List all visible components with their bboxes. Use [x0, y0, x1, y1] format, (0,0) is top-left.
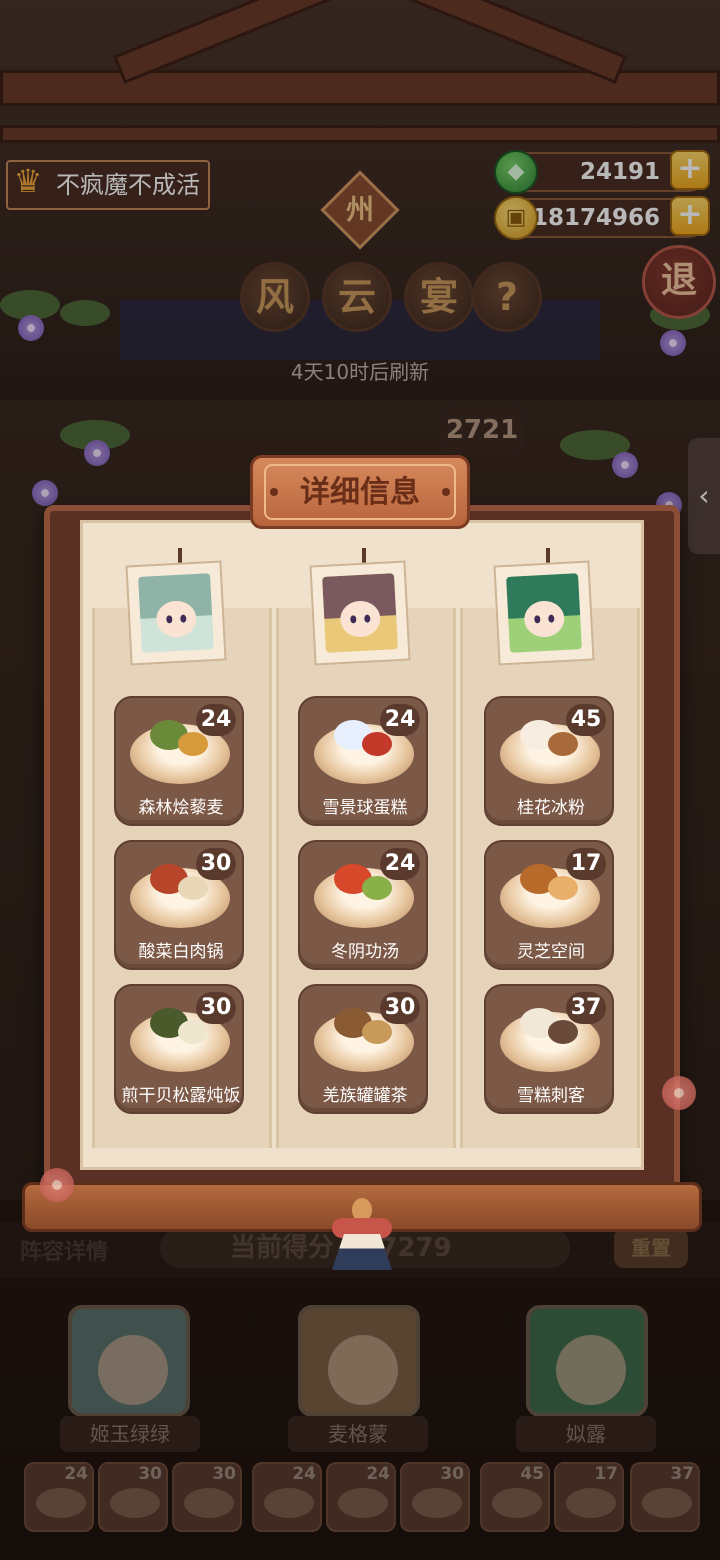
dish-card[interactable]: 17 灵芝空间	[484, 840, 614, 970]
dish-count-badge: 24	[380, 848, 420, 880]
dish-name: 酸菜白肉锅	[138, 942, 224, 962]
dish-name: 羌族罐罐茶	[322, 1086, 408, 1106]
dish-count-badge: 30	[196, 848, 236, 880]
banner-dot	[270, 488, 278, 496]
character-portrait-card[interactable]	[125, 560, 227, 666]
portrait-face	[155, 599, 198, 639]
dish-card[interactable]: 30 煎干贝松露炖饭	[114, 984, 244, 1114]
dish-card[interactable]: 24 雪景球蛋糕	[298, 696, 428, 826]
dish-card[interactable]: 45 桂花冰粉	[484, 696, 614, 826]
dish-count-badge: 24	[380, 704, 420, 736]
pink-flower-decoration	[40, 1168, 74, 1202]
dish-food	[178, 732, 208, 756]
dish-card[interactable]: 24 冬阴功汤	[298, 840, 428, 970]
dish-name: 雪糕刺客	[517, 1086, 585, 1106]
character-portrait-card[interactable]	[309, 560, 411, 666]
character-portrait	[138, 573, 214, 653]
dish-food	[362, 732, 392, 756]
dish-name: 灵芝空间	[517, 942, 585, 962]
portrait-face	[523, 599, 566, 639]
dish-food	[548, 876, 578, 900]
dish-count-badge: 17	[566, 848, 606, 880]
dish-count-badge: 37	[566, 992, 606, 1024]
dish-name: 冬阴功汤	[331, 942, 399, 962]
banner-dot	[442, 488, 450, 496]
dish-card[interactable]: 37 雪糕刺客	[484, 984, 614, 1114]
dish-count-badge: 45	[566, 704, 606, 736]
portrait-face	[339, 599, 382, 639]
dish-food	[362, 1020, 392, 1044]
dish-name: 桂花冰粉	[517, 798, 585, 818]
character-portrait	[322, 573, 398, 653]
character-portrait-card[interactable]	[493, 560, 595, 666]
pink-flower-decoration	[662, 1076, 696, 1110]
dish-name: 煎干贝松露炖饭	[121, 1086, 241, 1106]
dish-card[interactable]: 24 森林烩藜麦	[114, 696, 244, 826]
dish-food	[362, 876, 392, 900]
tassel-fringe	[332, 1234, 392, 1270]
dish-food	[178, 876, 208, 900]
dish-card[interactable]: 30 酸菜白肉锅	[114, 840, 244, 970]
dish-name: 森林烩藜麦	[138, 798, 224, 818]
dish-count-badge: 24	[196, 704, 236, 736]
dish-food	[548, 1020, 578, 1044]
character-portrait	[506, 573, 582, 653]
dish-name: 雪景球蛋糕	[322, 798, 408, 818]
dish-food	[178, 1020, 208, 1044]
dish-count-badge: 30	[380, 992, 420, 1024]
dish-card[interactable]: 30 羌族罐罐茶	[298, 984, 428, 1114]
detail-title: 详细信息	[264, 464, 456, 520]
dish-count-badge: 30	[196, 992, 236, 1024]
scroll-tassel	[326, 1198, 398, 1272]
dish-food	[548, 732, 578, 756]
